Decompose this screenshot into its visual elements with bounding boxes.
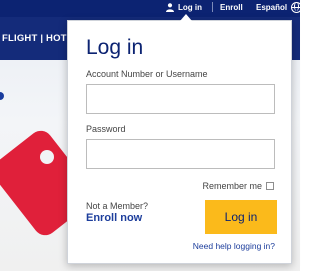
password-label: Password xyxy=(86,124,126,134)
remember-me[interactable]: Remember me xyxy=(202,181,274,191)
globe-icon xyxy=(291,1,303,13)
password-input[interactable] xyxy=(86,139,275,169)
language-switch[interactable]: Español xyxy=(256,0,303,14)
panel-caret xyxy=(180,14,192,21)
remember-me-label: Remember me xyxy=(202,181,262,191)
enroll-now-link[interactable]: Enroll now xyxy=(86,212,142,224)
header-login-label: Log in xyxy=(178,2,202,12)
login-button[interactable]: Log in xyxy=(205,200,277,234)
help-login-link[interactable]: Need help logging in? xyxy=(193,241,275,251)
login-panel: Log in Account Number or Username Passwo… xyxy=(67,20,292,264)
header-enroll-link[interactable]: Enroll xyxy=(220,0,243,14)
header-enroll-label: Enroll xyxy=(220,2,243,12)
header-login-link[interactable]: Log in xyxy=(166,0,202,14)
decorative-tag-hole xyxy=(40,150,54,164)
not-member-text: Not a Member? xyxy=(86,201,149,211)
utility-bar xyxy=(0,0,300,17)
user-icon xyxy=(166,2,174,12)
decorative-dot xyxy=(0,92,4,100)
login-title: Log in xyxy=(86,36,144,59)
utility-divider xyxy=(212,2,213,12)
username-label: Account Number or Username xyxy=(86,69,208,79)
remember-me-checkbox[interactable] xyxy=(266,182,274,190)
username-input[interactable] xyxy=(86,84,275,114)
language-label: Español xyxy=(256,2,288,12)
